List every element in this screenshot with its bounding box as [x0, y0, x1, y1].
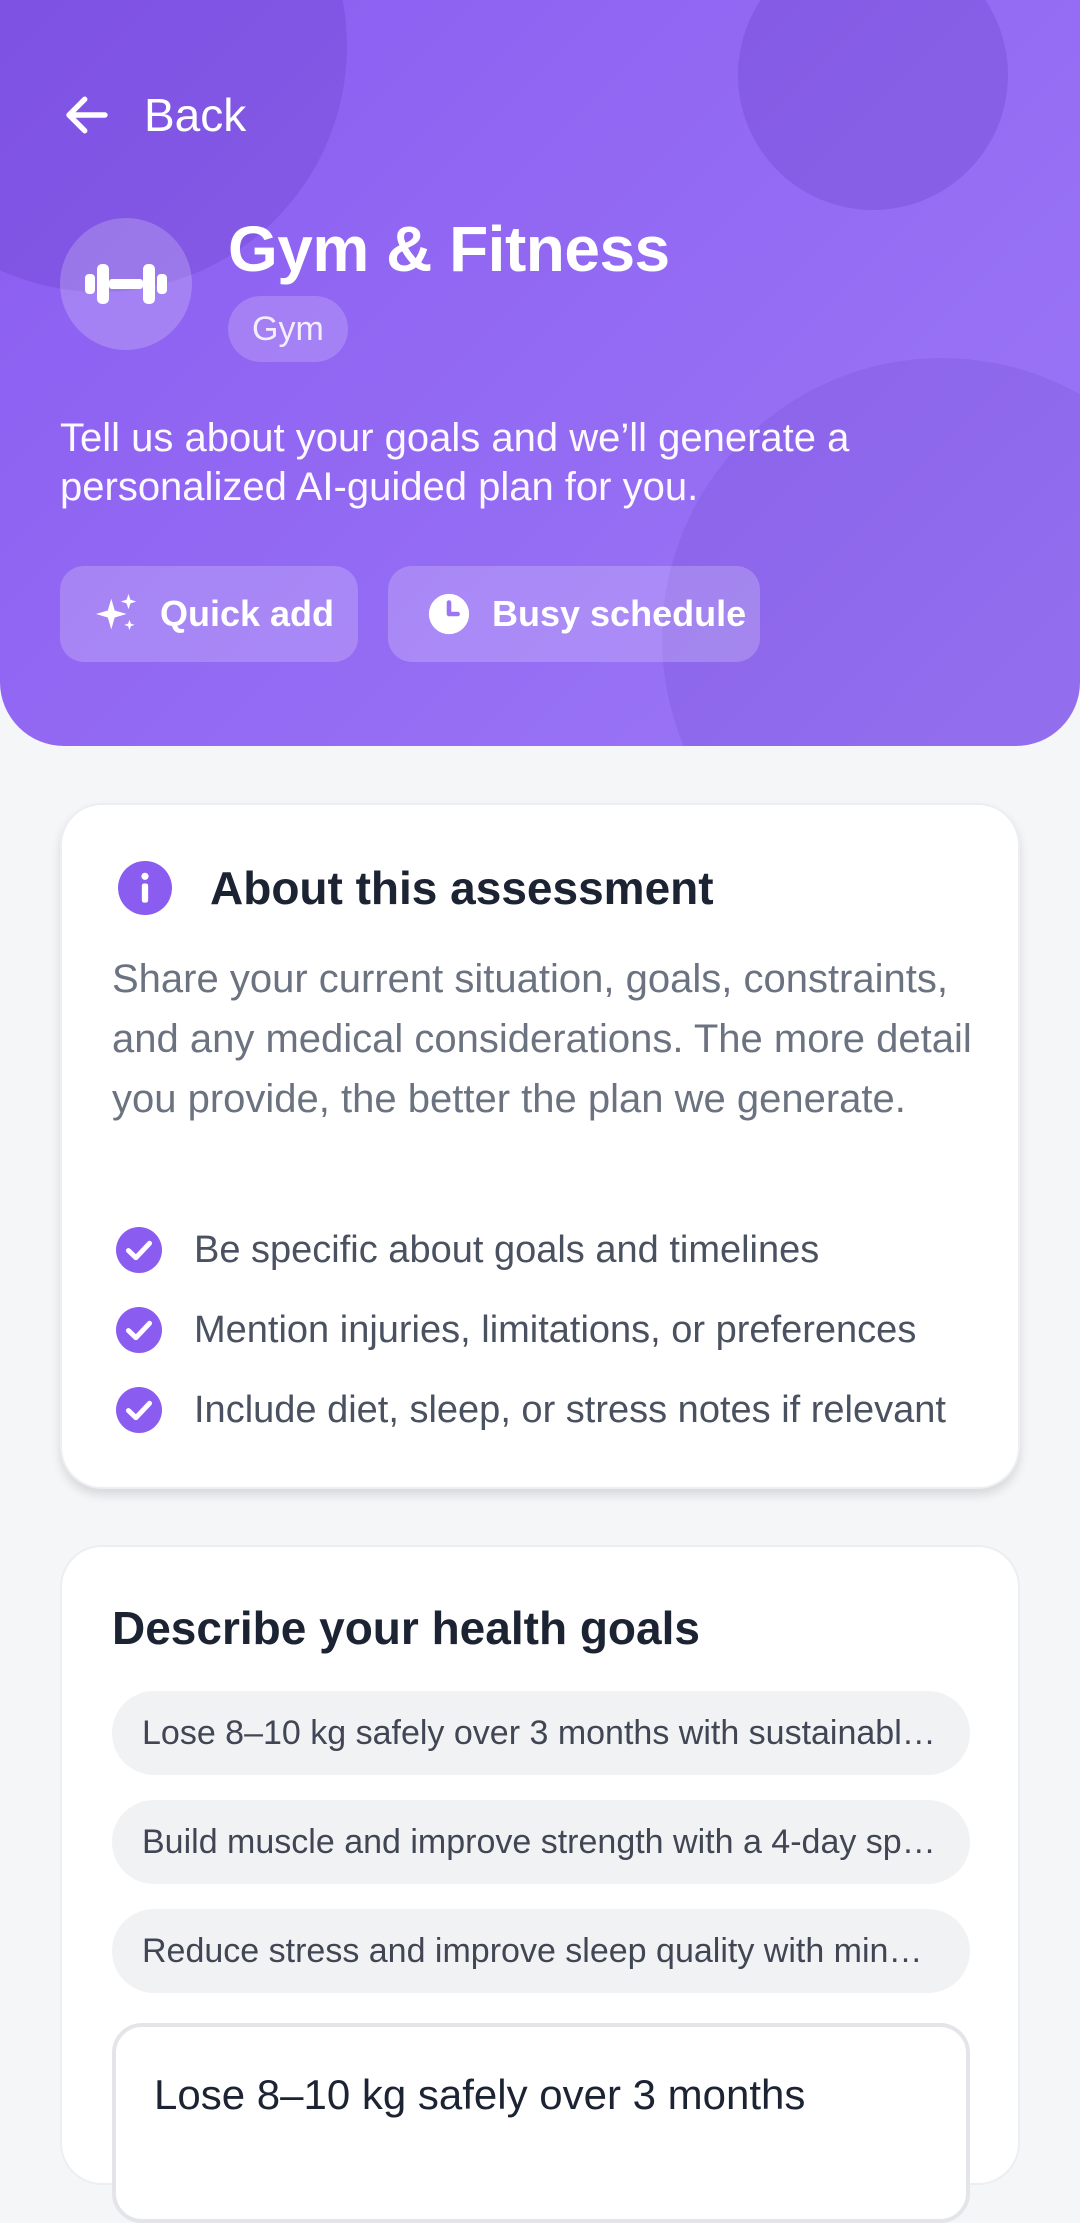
back-label: Back [144, 89, 247, 141]
about-header: About this assessment [118, 861, 714, 915]
check-circle-icon [116, 1227, 162, 1273]
goals-title: Describe your health goals [112, 1602, 700, 1654]
tip-text: Include diet, sleep, or stress notes if … [194, 1388, 946, 1431]
arrow-left-icon [66, 96, 108, 134]
goals-textarea[interactable]: Lose 8–10 kg safely over 3 months [112, 2023, 970, 2223]
header-hero: Back Gym & Fitness Gym Tell us about you… [0, 0, 1080, 746]
back-button[interactable]: Back [60, 88, 246, 142]
check-circle-icon [116, 1307, 162, 1353]
category-tag: Gym [228, 296, 348, 362]
about-description: Share your current situation, goals, con… [112, 957, 972, 1121]
sparkles-icon [95, 593, 137, 631]
about-title: About this assessment [210, 862, 714, 914]
busy-schedule-label: Busy schedule [492, 593, 747, 634]
decor-circle [738, 0, 1008, 210]
goal-suggestion-chip[interactable]: Lose 8–10 kg safely over 3 months with s… [112, 1691, 970, 1775]
goal-suggestion-chip[interactable]: Reduce stress and improve sleep quality … [112, 1909, 970, 1993]
clock-icon [428, 593, 470, 635]
category-icon-badge [60, 218, 192, 350]
tip-text: Mention injuries, limitations, or prefer… [194, 1308, 917, 1351]
quick-add-button[interactable]: Quick add [60, 566, 358, 662]
tip-item: Mention injuries, limitations, or prefer… [116, 1307, 916, 1353]
quick-add-label: Quick add [160, 593, 335, 634]
about-assessment-card: About this assessment Share your current… [60, 803, 1020, 1489]
check-circle-icon [116, 1387, 162, 1433]
busy-schedule-button[interactable]: Busy schedule [388, 566, 760, 662]
info-icon [118, 861, 172, 915]
dumbbell-icon [85, 264, 167, 304]
tip-item: Be specific about goals and timelines [116, 1227, 819, 1273]
tip-item: Include diet, sleep, or stress notes if … [116, 1387, 946, 1433]
goal-suggestion-chip[interactable]: Build muscle and improve strength with a… [112, 1800, 970, 1884]
health-goals-card: Describe your health goals Lose 8–10 kg … [60, 1545, 1020, 2223]
tip-text: Be specific about goals and timelines [194, 1228, 820, 1271]
page-subtitle: Tell us about your goals and we’ll gener… [60, 416, 850, 509]
page-title: Gym & Fitness [228, 213, 670, 285]
